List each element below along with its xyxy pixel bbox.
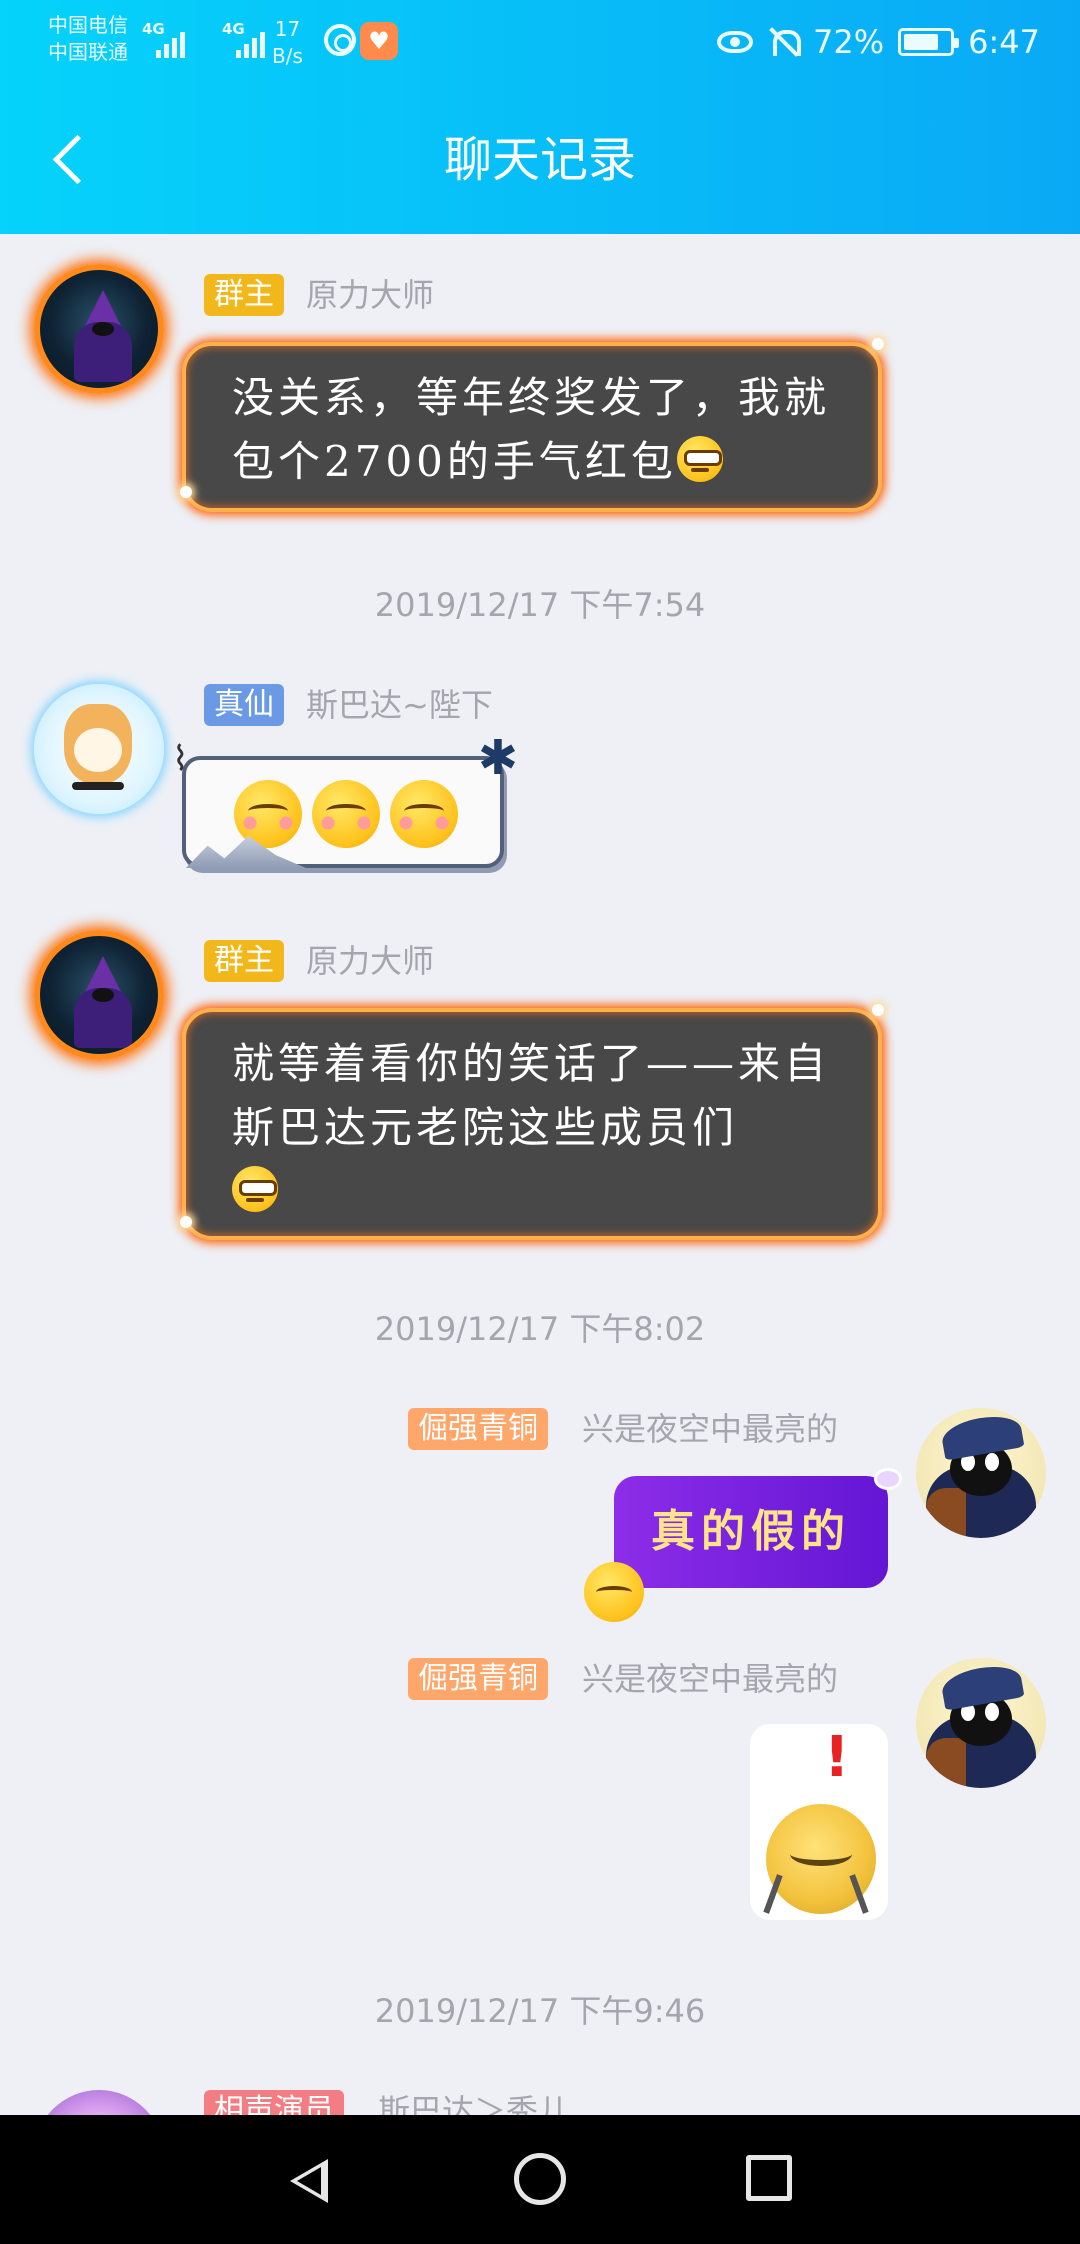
signal-block: 4G 4G	[142, 16, 280, 60]
timestamp: 2019/12/17 下午9:46	[374, 1992, 706, 2030]
home-circle-icon[interactable]	[514, 2153, 566, 2205]
avatar[interactable]	[34, 2090, 164, 2115]
role-badge: 群主	[204, 940, 284, 982]
health-app-notification-icon: ♥	[360, 22, 398, 60]
bubble-decoration	[874, 1468, 902, 1490]
avatar[interactable]	[916, 1658, 1046, 1788]
sender-name: 兴是夜空中最亮的	[582, 1410, 839, 1448]
avatar[interactable]	[916, 1408, 1046, 1538]
sticker-image[interactable]: !	[750, 1724, 888, 1920]
spark-decoration	[180, 1216, 192, 1228]
smirk-emoji-icon	[676, 436, 723, 482]
clock: 6:47	[968, 23, 1040, 61]
flushed-emoji-icon	[390, 780, 458, 848]
emoji-message-bubble[interactable]: ✱ ⌇	[172, 734, 518, 868]
spark-decoration	[872, 338, 884, 350]
avatar[interactable]	[34, 930, 164, 1060]
role-badge: 真仙	[204, 684, 284, 726]
battery-icon	[898, 28, 960, 56]
carrier-labels: 中国电信 中国联通	[48, 12, 128, 66]
spark-decoration	[180, 486, 192, 498]
message-text: 没关系，等年终奖发了，我就包个2700的手气红包	[232, 373, 831, 486]
flushed-emoji-icon	[234, 780, 302, 848]
mute-bell-icon	[767, 26, 802, 58]
chat-history[interactable]: 群主 原力大师 没关系，等年终奖发了，我就包个2700的手气红包 2019/12…	[0, 234, 1080, 2115]
timestamp: 2019/12/17 下午7:54	[374, 586, 706, 624]
spark-decoration	[872, 1004, 884, 1016]
role-badge: 倔强青铜	[408, 1658, 548, 1700]
role-badge: 相声演员	[204, 2090, 344, 2115]
message-text: 真的假的	[651, 1506, 851, 1557]
smirk-emoji-icon	[232, 1166, 278, 1212]
bubble-emoji-icon	[584, 1562, 644, 1622]
battery-percent: 72%	[813, 23, 885, 61]
message-bubble[interactable]: 就等着看你的笑话了——来自斯巴达元老院这些成员们	[180, 1004, 884, 1240]
back-triangle-icon[interactable]	[284, 2155, 332, 2207]
leaf-decoration-icon: ✱	[477, 730, 518, 786]
eye-comfort-icon	[717, 31, 754, 53]
recents-square-icon[interactable]	[746, 2155, 792, 2201]
sender-name: 兴是夜空中最亮的	[582, 1660, 839, 1698]
network-speed: 17 B/s	[272, 17, 303, 68]
timestamp: 2019/12/17 下午8:02	[374, 1310, 706, 1348]
message-bubble[interactable]: 没关系，等年终奖发了，我就包个2700的手气红包	[180, 338, 884, 512]
sender-name: 原力大师	[306, 942, 435, 980]
exclamation-icon: !	[824, 1725, 850, 1790]
signal-icon-1: 4G	[142, 16, 200, 60]
system-nav-bar	[0, 2115, 1080, 2244]
bird-decoration-icon: ⌇	[172, 739, 189, 779]
flushed-emoji-icon	[312, 780, 380, 848]
avatar[interactable]	[34, 684, 164, 814]
app-header: 中国电信 中国联通 4G 4G 17 B/s ♥ 72% 6:47 聊天记录	[0, 0, 1080, 234]
sender-name: 斯巴达~陛下	[306, 686, 493, 724]
avatar[interactable]	[34, 264, 164, 394]
status-bar: 中国电信 中国联通 4G 4G 17 B/s ♥ 72% 6:47	[0, 0, 1080, 86]
sender-name: 原力大师	[306, 276, 435, 314]
status-right: 72% 6:47	[717, 18, 1040, 66]
page-title: 聊天记录	[443, 132, 636, 188]
carrier-1: 中国电信	[48, 13, 128, 37]
role-badge: 群主	[204, 274, 284, 316]
sender-name: 斯巴达＞秀儿	[378, 2092, 571, 2115]
weibo-notification-icon	[324, 24, 356, 56]
message-bubble[interactable]: 真的假的	[614, 1468, 902, 1588]
message-text: 就等着看你的笑话了——来自斯巴达元老院这些成员们	[232, 1039, 831, 1152]
carrier-2: 中国联通	[48, 40, 128, 64]
role-badge: 倔强青铜	[408, 1408, 548, 1450]
